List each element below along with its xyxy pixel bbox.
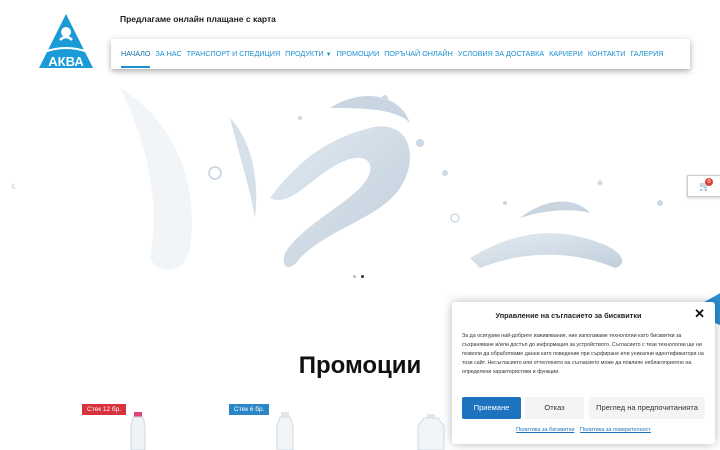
logo-text: АКВА xyxy=(48,54,84,69)
nav-label: ТРАНСПОРТ И СПЕДИЦИЯ xyxy=(186,49,281,58)
nav-label: ПОРЪЧАЙ ОНЛАЙН xyxy=(384,49,453,58)
nav-item-transport[interactable]: ТРАНСПОРТ И СПЕДИЦИЯ xyxy=(187,39,281,69)
modal-body-text: За да осигурим най-добрите изживявания, … xyxy=(462,333,704,375)
slider-dot[interactable] xyxy=(361,275,364,278)
nav-item-promotions[interactable]: ПРОМОЦИИ xyxy=(337,39,380,69)
modal-title: Управление на съгласието за бисквитки xyxy=(495,311,642,320)
nav-label: КОНТАКТИ xyxy=(587,49,626,58)
floating-cart-button[interactable]: 🛒 0 xyxy=(687,175,720,197)
preferences-button[interactable]: Преглед на предпочитанията xyxy=(589,397,705,419)
slider-dots xyxy=(353,275,364,278)
product-bottle-image[interactable] xyxy=(414,414,448,450)
nav-item-contacts[interactable]: КОНТАКТИ xyxy=(588,39,626,69)
nav-label: УСЛОВИЯ ЗА ДОСТАВКА xyxy=(457,49,545,58)
main-navigation: НАЧАЛО ЗА НАС ТРАНСПОРТ И СПЕДИЦИЯ ПРОДУ… xyxy=(111,39,690,69)
close-icon[interactable]: ✕ xyxy=(694,306,705,322)
product-bottle-image[interactable] xyxy=(126,412,150,450)
slider-dot[interactable] xyxy=(353,275,356,278)
header-tagline: Предлагаме онлайн плащане с карта xyxy=(120,14,276,24)
nav-item-about[interactable]: ЗА НАС xyxy=(155,39,181,69)
nav-label: ПРОМОЦИИ xyxy=(336,49,380,58)
privacy-policy-link[interactable]: Политика за поверителност xyxy=(580,427,651,433)
hero-slider xyxy=(0,78,720,293)
nav-item-products[interactable]: ПРОДУКТИ ▼ xyxy=(285,39,331,69)
chevron-down-icon: ▼ xyxy=(325,52,332,58)
nav-label: КАРИЕРИ xyxy=(549,49,583,58)
nav-label: НАЧАЛО xyxy=(121,49,151,58)
nav-item-gallery[interactable]: ГАЛЕРИЯ xyxy=(630,39,663,69)
cart-count-badge: 0 xyxy=(705,178,713,186)
promo-badge: Стек 6 бр. xyxy=(229,404,270,415)
accept-button[interactable]: Приемане xyxy=(462,397,521,419)
site-logo[interactable]: АКВА xyxy=(36,12,96,70)
nav-label: ПРОДУКТИ xyxy=(285,49,324,58)
nav-item-home[interactable]: НАЧАЛО xyxy=(121,39,151,69)
product-bottle-image[interactable] xyxy=(272,412,298,450)
promo-badge: Стек 12 бр. xyxy=(82,404,127,415)
cookie-policy-link[interactable]: Политика за бисквитки xyxy=(516,427,574,433)
water-splash-image xyxy=(120,88,663,271)
slider-prev-icon[interactable]: ‹ xyxy=(11,177,16,193)
nav-label: ЗА НАС xyxy=(155,49,182,58)
nav-label: ГАЛЕРИЯ xyxy=(630,49,664,58)
nav-item-order-online[interactable]: ПОРЪЧАЙ ОНЛАЙН xyxy=(384,39,453,69)
deny-button[interactable]: Отказ xyxy=(525,397,584,419)
cookie-consent-modal: Управление на съгласието за бисквитки ✕ … xyxy=(452,302,715,444)
modal-policy-links: Политика за бисквитки Политика за повери… xyxy=(452,427,715,433)
nav-item-careers[interactable]: КАРИЕРИ xyxy=(549,39,583,69)
nav-item-delivery-terms[interactable]: УСЛОВИЯ ЗА ДОСТАВКА xyxy=(458,39,544,69)
